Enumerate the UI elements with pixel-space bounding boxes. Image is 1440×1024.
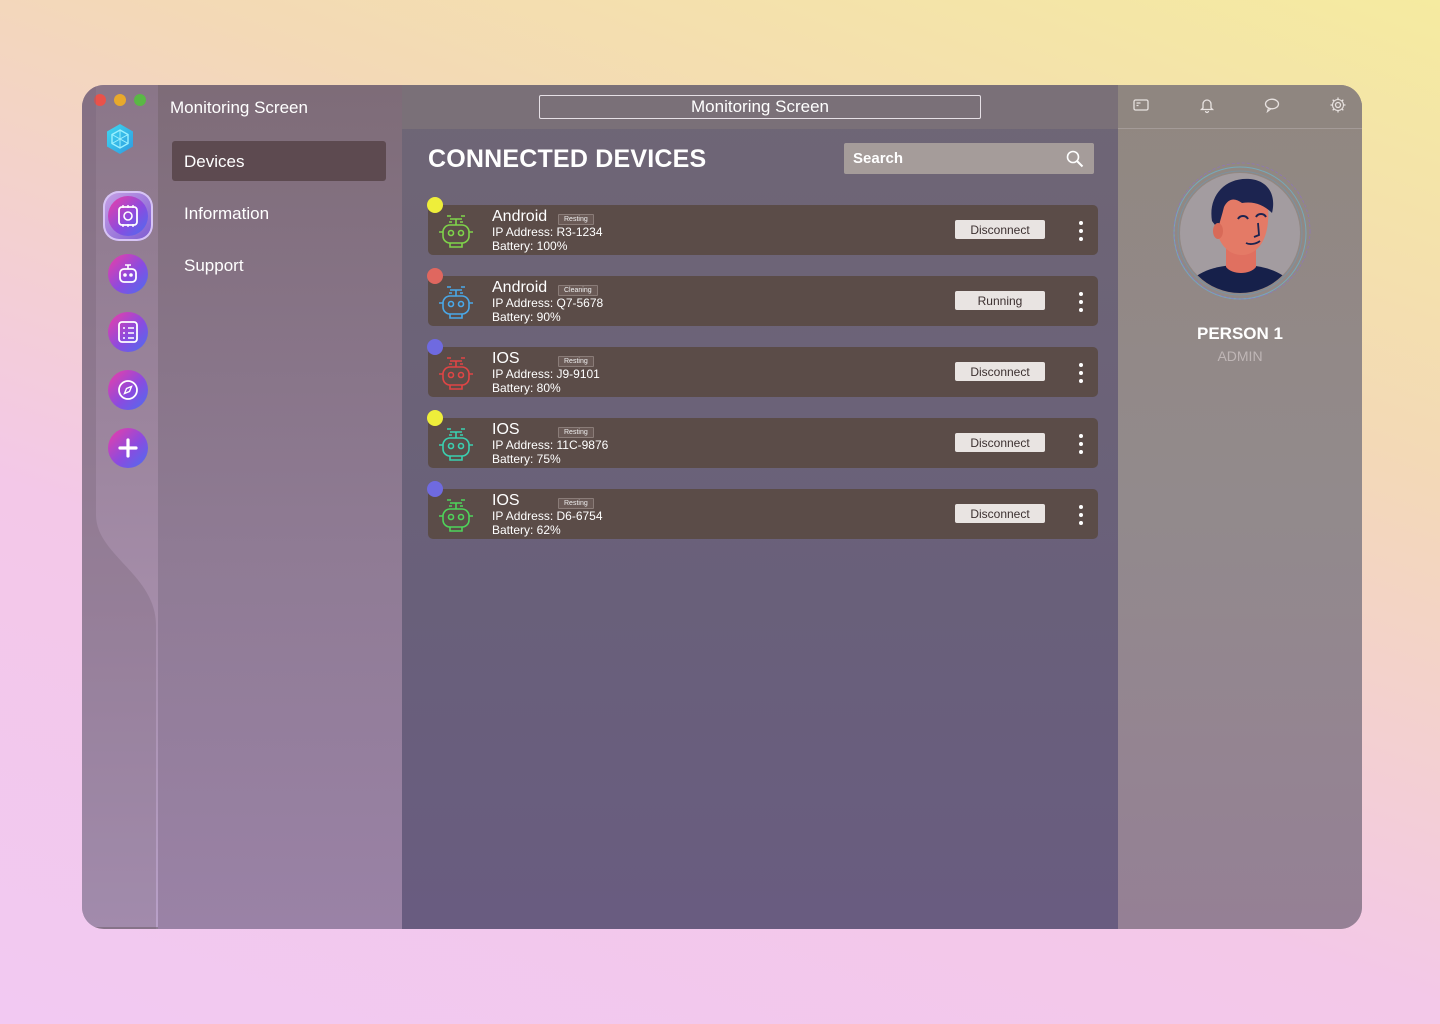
disconnect-button[interactable]: Disconnect (955, 362, 1045, 381)
device-card[interactable]: Android Cleaning IP Address: Q7-5678 Bat… (427, 268, 1098, 326)
profile-panel: PERSON 1 ADMIN (1118, 85, 1362, 929)
disconnect-button[interactable]: Disconnect (955, 433, 1045, 452)
device-battery: Battery: 80% (492, 381, 561, 395)
status-badge: Resting (558, 214, 594, 225)
more-options-icon[interactable] (1076, 292, 1086, 312)
device-ip: IP Address: 11C-9876 (492, 438, 609, 452)
search-input[interactable] (853, 150, 1065, 167)
chat-icon[interactable] (1263, 96, 1281, 114)
rail-divider-curve (82, 85, 156, 929)
avatar[interactable] (1168, 157, 1313, 302)
disconnect-button[interactable]: Disconnect (955, 220, 1045, 239)
robot-icon (439, 499, 473, 532)
device-card[interactable]: Android Resting IP Address: R3-1234 Batt… (427, 197, 1098, 255)
card-icon[interactable] (1132, 96, 1150, 114)
device-card[interactable]: IOS Resting IP Address: 11C-9876 Battery… (427, 410, 1098, 468)
nav-panel: Monitoring Screen Devices Information Su… (82, 85, 402, 929)
device-name: IOS (492, 492, 520, 509)
page-title: CONNECTED DEVICES (428, 145, 707, 173)
more-options-icon[interactable] (1076, 505, 1086, 525)
nav-item-support[interactable]: Support (172, 245, 386, 285)
robot-icon (439, 215, 473, 248)
nav-item-devices[interactable]: Devices (172, 141, 386, 181)
device-name: Android (492, 279, 548, 296)
search-icon[interactable] (1065, 149, 1085, 169)
device-name: Android (492, 208, 548, 225)
device-battery: Battery: 62% (492, 523, 561, 537)
settings-icon[interactable] (1329, 96, 1347, 114)
bell-icon[interactable] (1198, 96, 1216, 114)
device-card[interactable]: IOS Resting IP Address: J9-9101 Battery:… (427, 339, 1098, 397)
robot-icon (439, 357, 473, 390)
top-bar: Monitoring Screen (402, 85, 1118, 129)
robot-icon (439, 286, 473, 319)
running-button[interactable]: Running (955, 291, 1045, 310)
robot-icon (439, 428, 473, 461)
status-badge: Resting (558, 356, 594, 367)
utility-bar (1118, 85, 1362, 129)
app-title: Monitoring Screen (170, 98, 308, 117)
more-options-icon[interactable] (1076, 221, 1086, 241)
status-badge: Resting (558, 427, 594, 438)
device-battery: Battery: 90% (492, 310, 561, 324)
app-window: Monitoring Screen Devices Information Su… (82, 85, 1362, 929)
device-ip: IP Address: D6-6754 (492, 509, 603, 523)
device-ip: IP Address: J9-9101 (492, 367, 600, 381)
main-content: Monitoring Screen CONNECTED DEVICES Andr… (402, 85, 1118, 929)
nav-item-information[interactable]: Information (172, 193, 386, 233)
device-ip: IP Address: Q7-5678 (492, 296, 604, 310)
profile-role: ADMIN (1217, 348, 1263, 364)
device-card[interactable]: IOS Resting IP Address: D6-6754 Battery:… (427, 481, 1098, 539)
status-badge: Cleaning (558, 285, 598, 296)
status-badge: Resting (558, 498, 594, 509)
device-name: IOS (492, 350, 520, 367)
device-ip: IP Address: R3-1234 (492, 225, 603, 239)
more-options-icon[interactable] (1076, 434, 1086, 454)
header-title: Monitoring Screen (539, 95, 981, 119)
profile-name: PERSON 1 (1197, 324, 1283, 343)
disconnect-button[interactable]: Disconnect (955, 504, 1045, 523)
more-options-icon[interactable] (1076, 363, 1086, 383)
search-box (844, 143, 1094, 174)
device-battery: Battery: 100% (492, 239, 568, 253)
device-battery: Battery: 75% (492, 452, 561, 466)
device-name: IOS (492, 421, 520, 438)
